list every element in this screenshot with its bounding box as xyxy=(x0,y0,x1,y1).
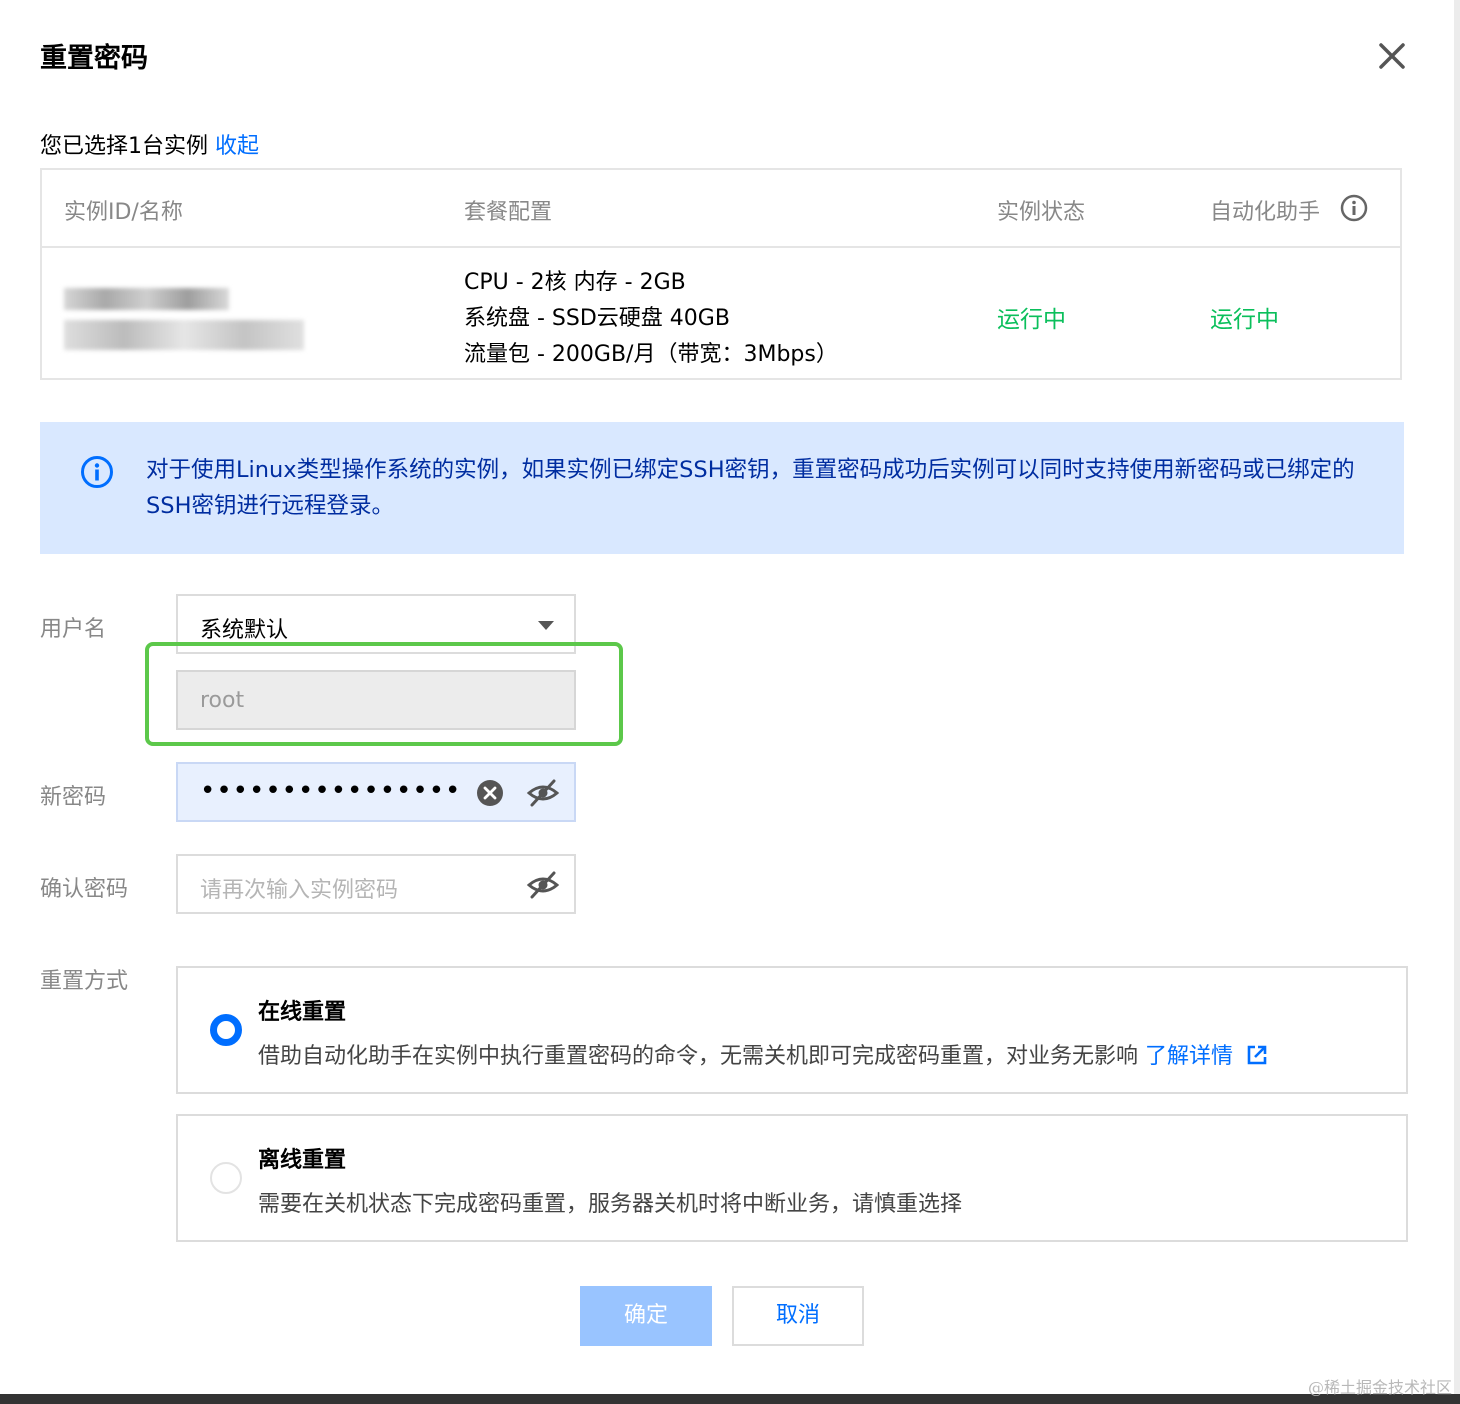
info-notice: 对于使用Linux类型操作系统的实例，如果实例已绑定SSH密钥，重置密码成功后实… xyxy=(40,422,1404,554)
option-title: 在线重置 xyxy=(258,1000,347,1025)
learn-more-label: 了解详情 xyxy=(1145,1044,1234,1069)
confirm-password-field[interactable]: 请再次输入实例密码 xyxy=(176,854,576,914)
bottom-edge xyxy=(0,1394,1460,1404)
learn-more-link[interactable]: 了解详情 xyxy=(1145,1044,1268,1069)
reset-method-label: 重置方式 xyxy=(40,969,129,994)
redacted-instance-id xyxy=(64,288,229,310)
config-traffic-package: 流量包 - 200GB/月（带宽：3Mbps） xyxy=(464,342,838,367)
eye-slash-icon[interactable] xyxy=(526,870,560,904)
automation-status: 运行中 xyxy=(1210,307,1279,333)
confirm-password-label: 确认密码 xyxy=(40,877,129,902)
cancel-button[interactable]: 取消 xyxy=(732,1286,864,1346)
clear-icon[interactable] xyxy=(476,779,504,811)
option-description: 需要在关机状态下完成密码重置，服务器关机时将中断业务，请慎重选择 xyxy=(258,1192,963,1217)
instance-status: 运行中 xyxy=(997,307,1066,333)
table-header: 实例ID/名称 套餐配置 实例状态 自动化助手 xyxy=(42,170,1400,248)
option-title: 离线重置 xyxy=(258,1148,347,1173)
instance-table: 实例ID/名称 套餐配置 实例状态 自动化助手 CPU - 2核 内存 - 2G… xyxy=(40,168,1402,380)
header-instance-status: 实例状态 xyxy=(997,200,1086,225)
config-system-disk: 系统盘 - SSD云硬盘 40GB xyxy=(464,306,730,331)
annotation-highlight-box xyxy=(145,642,623,746)
close-icon[interactable] xyxy=(1372,36,1412,76)
eye-slash-icon[interactable] xyxy=(526,778,560,812)
redacted-instance-name xyxy=(64,320,304,350)
reset-option-offline[interactable]: 离线重置 需要在关机状态下完成密码重置，服务器关机时将中断业务，请慎重选择 xyxy=(176,1114,1408,1242)
info-circle-icon xyxy=(80,455,114,489)
reset-password-dialog: 重置密码 您已选择1台实例 收起 实例ID/名称 套餐配置 实例状态 自动化助手 xyxy=(0,0,1454,1394)
new-password-label: 新密码 xyxy=(40,785,107,810)
radio-unselected[interactable] xyxy=(210,1162,242,1194)
new-password-field[interactable]: •••••••••••••••• xyxy=(176,762,576,822)
reset-option-online[interactable]: 在线重置 借助自动化助手在实例中执行重置密码的命令，无需关机即可完成密码重置，对… xyxy=(176,966,1408,1094)
username-select-value: 系统默认 xyxy=(200,618,289,643)
option-description-text: 借助自动化助手在实例中执行重置密码的命令，无需关机即可完成密码重置，对业务无影响 xyxy=(258,1044,1139,1069)
selection-text: 您已选择1台实例 xyxy=(40,134,208,159)
header-automation-assistant: 自动化助手 xyxy=(1210,200,1321,225)
watermark: @稀土掘金技术社区 xyxy=(1307,1378,1452,1397)
confirm-button[interactable]: 确定 xyxy=(580,1286,712,1346)
chevron-down-icon xyxy=(538,621,554,630)
collapse-link[interactable]: 收起 xyxy=(215,134,259,159)
confirm-password-placeholder: 请再次输入实例密码 xyxy=(200,878,399,903)
username-label: 用户名 xyxy=(40,617,107,642)
external-link-icon xyxy=(1247,1045,1267,1065)
notice-text: 对于使用Linux类型操作系统的实例，如果实例已绑定SSH密钥，重置密码成功后实… xyxy=(146,457,1355,519)
dialog-title: 重置密码 xyxy=(40,43,148,74)
config-cpu-memory: CPU - 2核 内存 - 2GB xyxy=(464,270,686,295)
new-password-value: •••••••••••••••• xyxy=(200,776,462,806)
table-row: CPU - 2核 内存 - 2GB 系统盘 - SSD云硬盘 40GB 流量包 … xyxy=(42,248,1400,378)
header-config: 套餐配置 xyxy=(464,200,553,225)
selection-summary: 您已选择1台实例 收起 xyxy=(40,128,259,160)
header-instance-id: 实例ID/名称 xyxy=(64,200,183,225)
option-description: 借助自动化助手在实例中执行重置密码的命令，无需关机即可完成密码重置，对业务无影响… xyxy=(258,1038,1268,1070)
info-icon[interactable] xyxy=(1340,194,1368,226)
radio-selected[interactable] xyxy=(210,1014,242,1046)
